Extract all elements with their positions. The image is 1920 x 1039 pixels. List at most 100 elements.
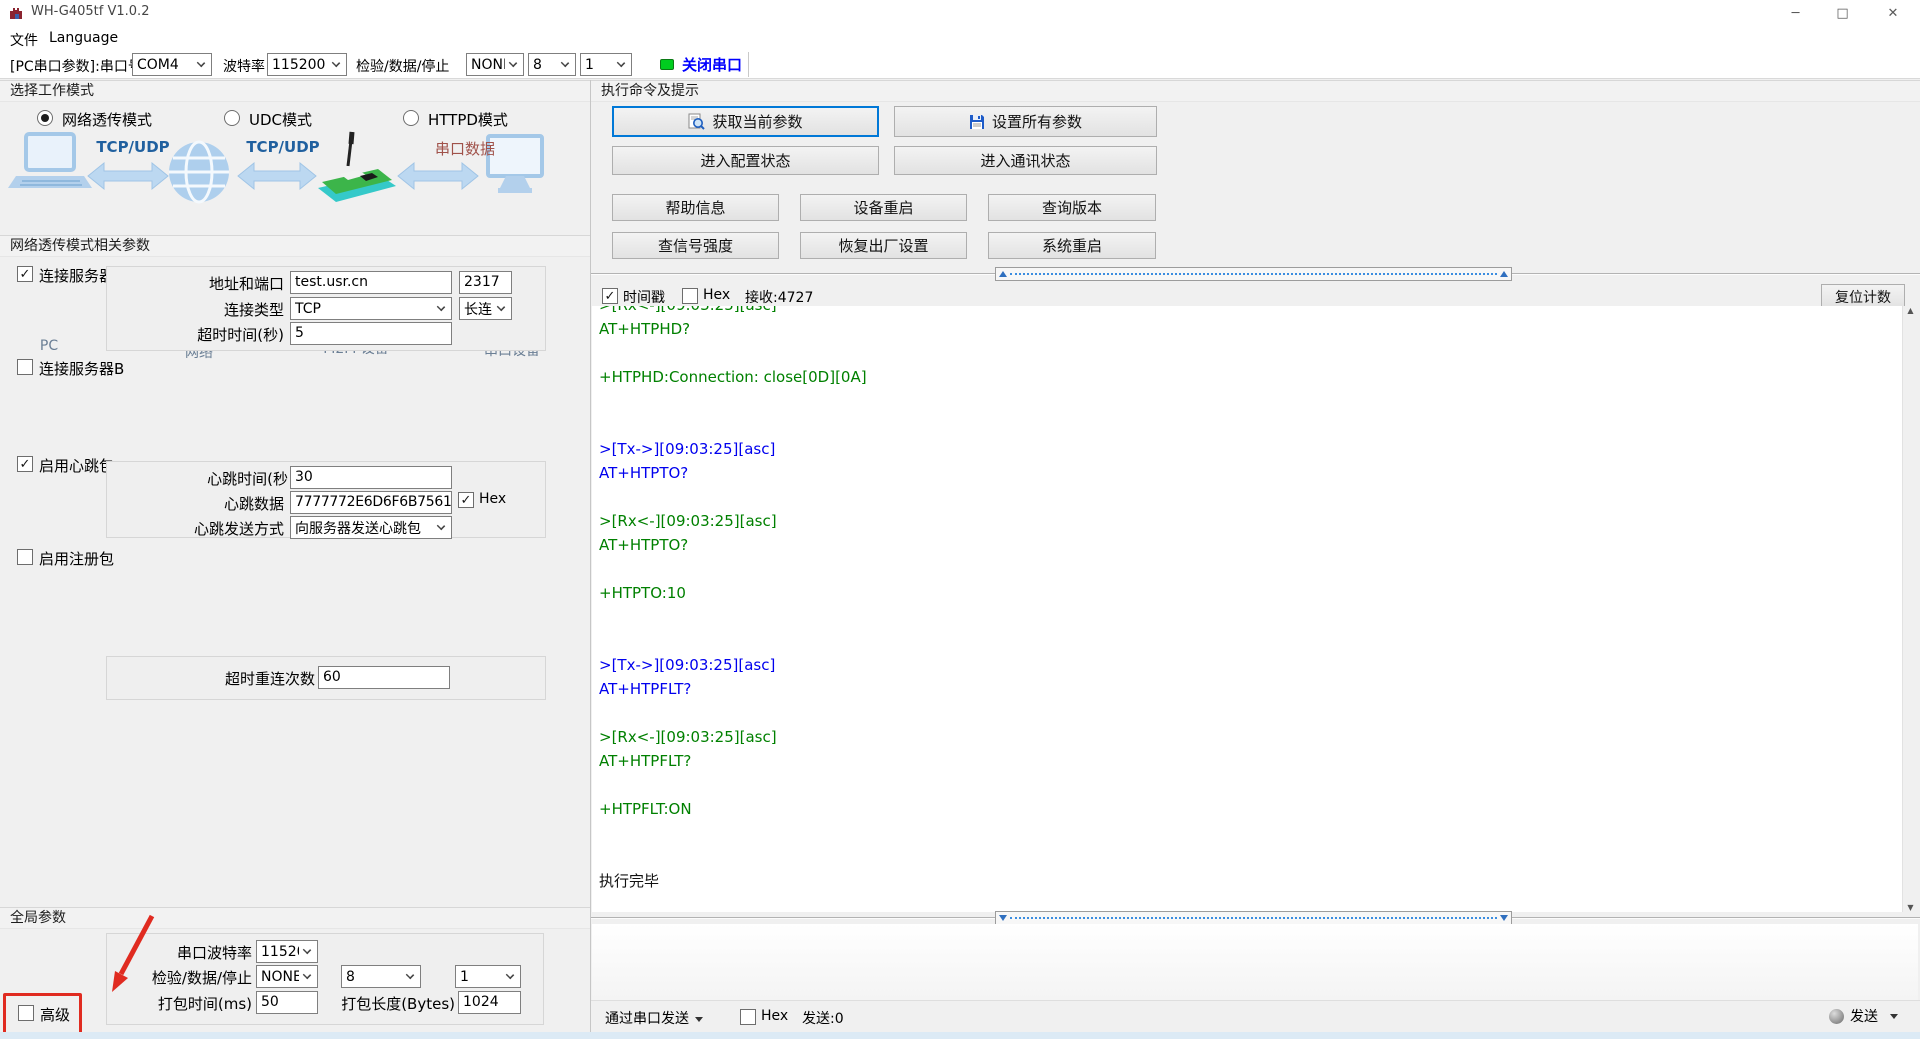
menu-language[interactable]: Language [49,30,118,46]
radio-net-transparent-mode[interactable] [37,110,53,126]
enter-comm-button[interactable]: 进入通讯状态 [894,146,1157,175]
conn-type-select[interactable]: TCP [290,297,452,320]
net-params-header: 网络透传模式相关参数 [0,235,590,257]
timestamp-label: 时间戳 [623,287,665,307]
pack-time-input[interactable]: 50 [256,991,318,1014]
log-output[interactable]: >[Rx<-][09:03:25][asc]AT+HTPHD? +HTPHD:C… [592,306,1902,912]
global-baud-label: 串口波特率 [126,942,252,963]
send-via-serial-dropdown[interactable]: 通过串口发送 [605,1008,703,1028]
hb-time-input[interactable]: 30 [290,466,452,489]
server-a-port-input[interactable]: 2317 [459,271,512,294]
send-bar: 通过串口发送 Hex 发送:0 发送 [591,1000,1920,1032]
register-checkbox[interactable] [17,549,33,565]
bottom-edge-strip [0,1032,1920,1039]
timeout-input[interactable]: 5 [290,322,452,345]
radio-net-transparent-label[interactable]: 网络透传模式 [62,109,152,130]
addr-port-label: 地址和端口 [126,273,284,294]
chevron-down-icon [332,58,340,66]
log-trackbar-bottom[interactable] [995,911,1512,925]
radio-udc-mode[interactable] [224,110,240,126]
log-line: >[Rx<-][09:03:25][asc] [599,509,1902,533]
baud-select[interactable]: 115200 [267,53,347,76]
log-scrollbar[interactable]: ▲ ▼ [1902,306,1918,912]
chevron-down-icon [437,521,445,529]
global-databits-select[interactable]: 8 [341,965,421,988]
log-line [599,701,1902,725]
com-port-select[interactable]: COM4 [132,53,212,76]
log-line [599,413,1902,437]
enter-config-button[interactable]: 进入配置状态 [612,146,879,175]
conn-type-label: 连接类型 [126,299,284,320]
title-bar: WH-G405tf V1.0.2 ─ □ ✕ [0,0,1920,27]
led-green-icon [660,59,674,70]
close-button[interactable]: ✕ [1866,0,1920,27]
menu-bar: 文件 Language [0,27,1920,50]
chevron-down-icon [1890,1014,1898,1019]
stopbits-select[interactable]: 1 [580,53,632,76]
databits-select[interactable]: 8 [528,53,576,76]
menu-file[interactable]: 文件 [10,30,38,50]
help-button[interactable]: 帮助信息 [612,194,779,221]
heartbeat-checkbox[interactable]: ✓ [17,456,33,472]
server-a-address-input[interactable]: test.usr.cn [290,271,452,294]
heartbeat-label: 启用心跳包 [39,455,114,476]
chevron-down-icon [437,302,445,310]
log-line [599,389,1902,413]
chevron-down-icon [695,1017,703,1022]
server-a-checkbox[interactable]: ✓ [17,266,33,282]
hb-hex-checkbox[interactable]: ✓ [458,492,474,508]
hb-data-input[interactable]: 7777772E6D6F6B7561692E6 [290,491,452,514]
pc-icon [8,134,92,188]
timestamp-checkbox[interactable]: ✓ [602,288,618,304]
reconnect-label: 超时重连次数 [165,668,315,689]
reconnect-input[interactable]: 60 [318,666,450,689]
pack-len-label: 打包长度(Bytes) [337,993,455,1014]
query-version-button[interactable]: 查询版本 [988,194,1156,221]
scroll-down-icon[interactable]: ▼ [1907,903,1913,912]
server-b-checkbox[interactable] [17,359,33,375]
app-window: WH-G405tf V1.0.2 ─ □ ✕ 文件 Language [PC串口… [0,0,1920,1039]
system-restart-button[interactable]: 系统重启 [988,232,1156,259]
global-baud-select[interactable]: 115200 [256,940,318,963]
log-hex-checkbox[interactable] [682,288,698,304]
chevron-down-icon [497,302,505,310]
link-tcp-udp-2: TCP/UDP [242,138,324,156]
pack-len-input[interactable]: 1024 [458,991,521,1014]
global-params-header: 全局参数 [0,907,590,929]
maximize-button[interactable]: □ [1819,0,1866,27]
log-line: AT+HTPTO? [599,461,1902,485]
global-parity-select[interactable]: NONE [256,965,318,988]
send-input-area[interactable] [592,924,1918,1000]
radio-udc-label[interactable]: UDC模式 [249,109,312,130]
send-button[interactable]: 发送 [1829,1006,1898,1026]
send-hex-checkbox[interactable] [740,1009,756,1025]
global-stopbits-select[interactable]: 1 [455,965,521,988]
hb-data-label: 心跳数据 [126,493,284,514]
log-line: >[Rx<-][09:03:25][asc] [599,306,1902,317]
keepalive-select[interactable]: 长连 [459,297,512,320]
log-trackbar-top[interactable] [995,267,1512,281]
hb-mode-select[interactable]: 向服务器发送心跳包 [290,516,452,539]
radio-httpd-mode[interactable] [403,110,419,126]
annotation-red-box [3,993,82,1036]
radio-httpd-label[interactable]: HTTPD模式 [428,109,508,130]
chevron-down-icon [406,970,414,978]
register-label: 启用注册包 [39,548,114,569]
factory-reset-button[interactable]: 恢复出厂设置 [800,232,967,259]
get-params-button[interactable]: 获取当前参数 [612,106,879,137]
query-signal-button[interactable]: 查信号强度 [612,232,779,259]
chevron-down-icon [303,970,311,978]
scroll-up-icon[interactable]: ▲ [1907,306,1913,315]
close-port-button[interactable]: 关闭串口 [660,52,742,77]
minimize-button[interactable]: ─ [1772,0,1819,27]
parity-select[interactable]: NONI [466,53,524,76]
sent-count-label: 发送:0 [802,1008,844,1028]
arrow-icon [88,163,168,189]
device-restart-button[interactable]: 设备重启 [800,194,967,221]
set-params-button[interactable]: 设置所有参数 [894,106,1157,137]
log-line: +HTPHD:Connection: close[0D][0A] [599,365,1902,389]
log-line: +HTPTO:10 [599,581,1902,605]
work-mode-header: 选择工作模式 [0,80,590,102]
chevron-down-icon [509,58,517,66]
chevron-down-icon [561,58,569,66]
